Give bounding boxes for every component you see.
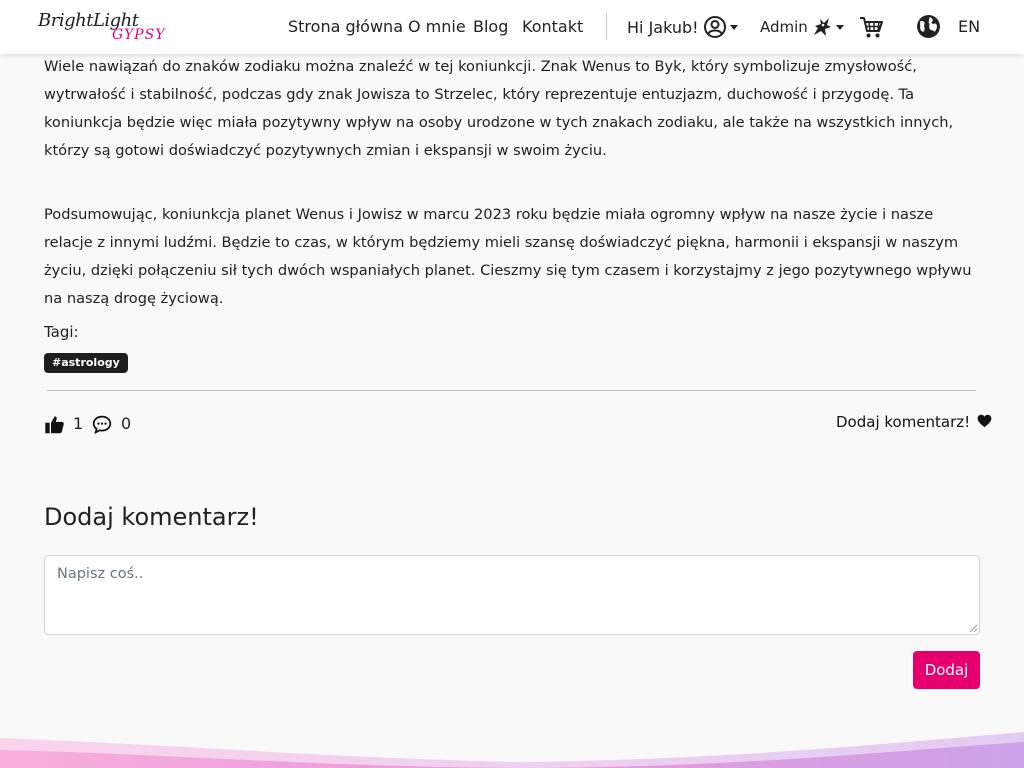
logo-text-gypsy: GYPSY <box>112 27 166 43</box>
user-circle-icon <box>703 16 726 38</box>
admin-label: Admin <box>760 18 808 36</box>
nav-link-home[interactable]: Strona główna <box>288 17 403 36</box>
thumbs-up-icon[interactable] <box>44 414 65 435</box>
add-comment-link-label: Dodaj komentarz! <box>836 413 971 431</box>
cart-icon[interactable] <box>858 14 884 40</box>
tag-badge-astrology[interactable]: #astrology <box>44 353 128 373</box>
submit-comment-button[interactable]: Dodaj <box>913 651 980 689</box>
resize-grip-icon[interactable] <box>968 623 978 633</box>
footer-wave-decoration <box>0 732 1024 768</box>
nav-link-about[interactable]: O mnie <box>408 17 466 36</box>
user-menu-toggle[interactable]: Hi Jakub! <box>627 15 738 39</box>
nav-link-contact[interactable]: Kontakt <box>522 17 583 36</box>
nav-separator <box>606 14 607 40</box>
navbar: BrightLight GYPSY Strona główna O mnie B… <box>0 0 1024 54</box>
user-greeting: Hi Jakub! <box>627 17 699 37</box>
chevron-down-icon <box>835 24 844 30</box>
comments-icon[interactable] <box>91 414 113 435</box>
comments-count: 0 <box>121 414 132 433</box>
nav-link-blog[interactable]: Blog <box>473 17 508 36</box>
language-label: EN <box>958 17 981 36</box>
divider <box>47 390 976 391</box>
dragon-icon <box>813 18 831 36</box>
article-paragraph: Podsumowując, koniunkcja planet Wenus i … <box>44 206 972 307</box>
add-comment-link[interactable]: Dodaj komentarz! <box>836 413 992 431</box>
comment-form-title: Dodaj komentarz! <box>44 503 259 531</box>
language-switcher[interactable]: EN <box>916 14 980 39</box>
chevron-down-icon <box>729 24 738 30</box>
tags-label: Tagi: <box>44 323 79 341</box>
article-paragraph: Wiele nawiązań do znaków zodiaku można z… <box>44 58 954 159</box>
heart-icon <box>977 414 992 428</box>
likes-count: 1 <box>73 414 84 433</box>
globe-icon <box>917 15 940 38</box>
site-logo[interactable]: BrightLight GYPSY <box>36 10 164 48</box>
admin-menu-toggle[interactable]: Admin <box>760 15 844 39</box>
comment-textarea[interactable] <box>44 555 980 635</box>
